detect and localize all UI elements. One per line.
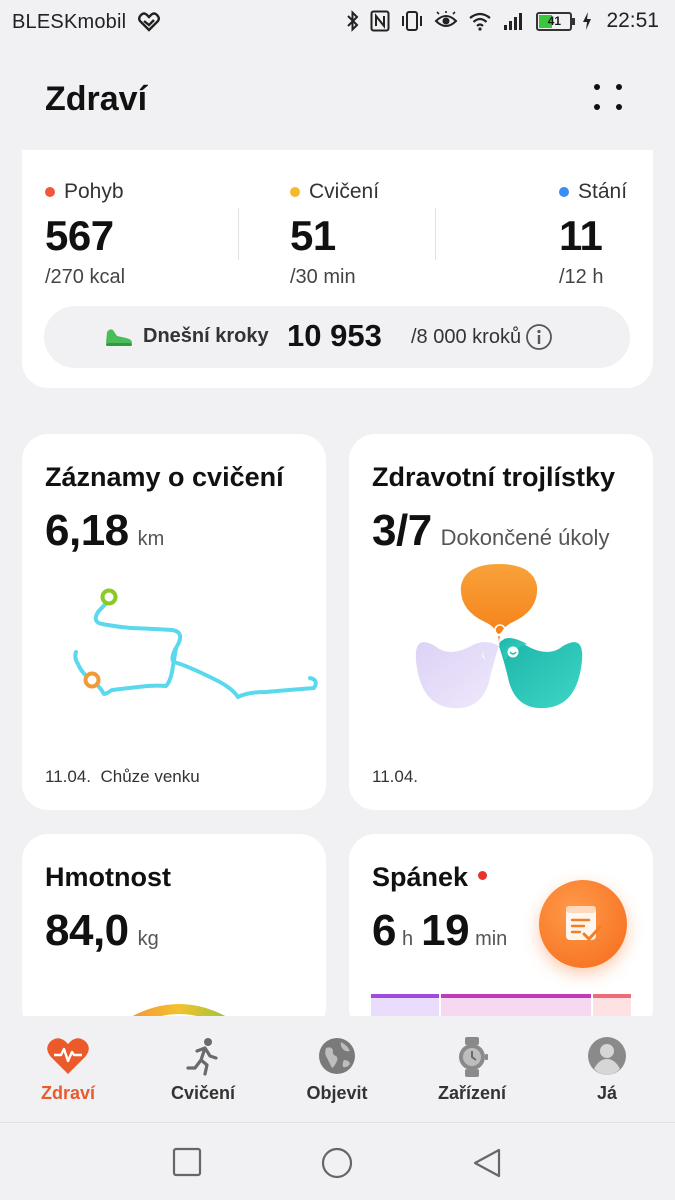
move-stat: Pohyb 567 /270 kcal xyxy=(45,180,125,289)
exercise-date: 11.04. xyxy=(45,767,92,786)
vibrate-icon xyxy=(400,10,424,32)
shoe-icon xyxy=(104,324,134,353)
weight-value: 84,0 xyxy=(45,906,129,955)
exercise-label: Cvičení xyxy=(309,180,380,203)
more-dot-icon xyxy=(616,84,622,90)
stand-value: 11 xyxy=(559,212,603,259)
trefoil-date: 11.04. xyxy=(372,767,419,786)
nav-devices[interactable]: Zařízení xyxy=(412,1016,532,1122)
nav-discover[interactable]: Objevit xyxy=(277,1016,397,1122)
eye-comfort-icon xyxy=(434,11,458,31)
steps-goal: /8 000 kroků xyxy=(411,326,522,348)
exercise-stat: Cvičení 51 /30 min xyxy=(290,180,379,289)
nav-devices-label: Zařízení xyxy=(437,1083,507,1103)
divider xyxy=(435,208,436,260)
charging-icon xyxy=(582,11,592,31)
nav-health-label: Zdraví xyxy=(40,1083,96,1103)
globe-icon xyxy=(317,1036,357,1081)
exercise-distance-unit: km xyxy=(137,528,165,550)
stand-label: Stání xyxy=(578,180,628,203)
nav-exercise[interactable]: Cvičení xyxy=(143,1016,263,1122)
sleep-alert-dot xyxy=(478,871,488,880)
exercise-dot-icon xyxy=(290,187,300,197)
signal-icon xyxy=(502,11,526,31)
sleep-minutes-unit: min xyxy=(475,928,508,950)
exercise-activity: Chůze venku xyxy=(100,767,200,786)
steps-label: Dnešní kroky xyxy=(143,325,269,347)
bottom-navigation: Zdraví Cvičení Objevit Zařízení Já xyxy=(0,1016,675,1122)
trefoil-graphic xyxy=(415,564,583,709)
move-value: 567 xyxy=(45,212,114,259)
sleep-hours: 6 xyxy=(372,906,396,955)
profile-icon xyxy=(587,1036,627,1081)
more-dot-icon xyxy=(594,84,600,90)
nav-me[interactable]: Já xyxy=(547,1016,667,1122)
sleep-minutes: 19 xyxy=(421,906,470,955)
sleep-title: Spánek xyxy=(372,862,469,892)
more-options-button[interactable] xyxy=(588,80,628,116)
recent-apps-button[interactable] xyxy=(172,1147,202,1182)
nav-me-label: Já xyxy=(596,1083,618,1103)
back-button[interactable] xyxy=(471,1147,503,1184)
stand-goal: /12 h xyxy=(559,266,604,288)
weight-unit: kg xyxy=(137,928,159,950)
runner-icon xyxy=(183,1036,223,1081)
page-title: Zdraví xyxy=(45,80,148,118)
status-time: 22:51 xyxy=(606,9,659,32)
exercise-distance: 6,18 xyxy=(45,506,129,555)
carrier-logo-icon xyxy=(138,12,160,37)
move-dot-icon xyxy=(45,187,55,197)
exercise-records-title: Záznamy o cvičení xyxy=(45,462,284,492)
nfc-icon xyxy=(370,10,390,32)
battery-icon: 41 xyxy=(536,11,576,31)
nav-exercise-label: Cvičení xyxy=(170,1083,236,1103)
stand-dot-icon xyxy=(559,187,569,197)
health-trefoil-card[interactable]: Zdravotní trojlístky 3/7 Dokončené úkoly… xyxy=(349,434,653,810)
heart-icon xyxy=(46,1036,90,1081)
more-dot-icon xyxy=(616,104,622,110)
move-goal: /270 kcal xyxy=(45,266,126,288)
system-navigation-bar xyxy=(0,1122,675,1200)
bluetooth-icon xyxy=(346,10,360,32)
home-button[interactable] xyxy=(321,1147,353,1184)
watch-icon xyxy=(454,1036,490,1083)
exercise-goal: /30 min xyxy=(290,266,356,288)
sleep-hours-unit: h xyxy=(401,928,414,950)
stand-stat: Stání 11 /12 h xyxy=(559,180,627,289)
battery-level: 41 xyxy=(547,14,562,28)
activity-rings-card[interactable]: Pohyb 567 /270 kcal Cvičení 51 /30 min S… xyxy=(22,150,653,388)
steps-summary[interactable]: Dnešní kroky 10 953 /8 000 kroků xyxy=(44,306,630,368)
more-dot-icon xyxy=(594,104,600,110)
info-icon[interactable] xyxy=(525,323,553,356)
carrier-name: BLESKmobil xyxy=(12,11,127,33)
health-trefoil-title: Zdravotní trojlístky xyxy=(372,462,616,492)
weight-card[interactable]: Hmotnost 84,0 kg xyxy=(22,834,326,1034)
wifi-icon xyxy=(468,11,492,31)
exercise-value: 51 xyxy=(290,212,336,259)
route-map xyxy=(73,588,318,699)
weight-title: Hmotnost xyxy=(45,862,171,892)
status-bar: BLESKmobil 41 22:51 xyxy=(0,0,675,46)
move-label: Pohyb xyxy=(64,180,124,203)
nav-discover-label: Objevit xyxy=(306,1083,368,1103)
nav-health[interactable]: Zdraví xyxy=(8,1016,128,1122)
exercise-records-card[interactable]: Záznamy o cvičení 6,18 km 11.04. Chůze v… xyxy=(22,434,326,810)
trefoil-progress: 3/7 xyxy=(372,506,432,555)
report-icon xyxy=(566,906,602,941)
trefoil-caption: Dokončené úkoly xyxy=(440,525,610,550)
divider xyxy=(238,208,239,260)
steps-value: 10 953 xyxy=(287,318,382,353)
health-report-button[interactable] xyxy=(539,880,627,968)
